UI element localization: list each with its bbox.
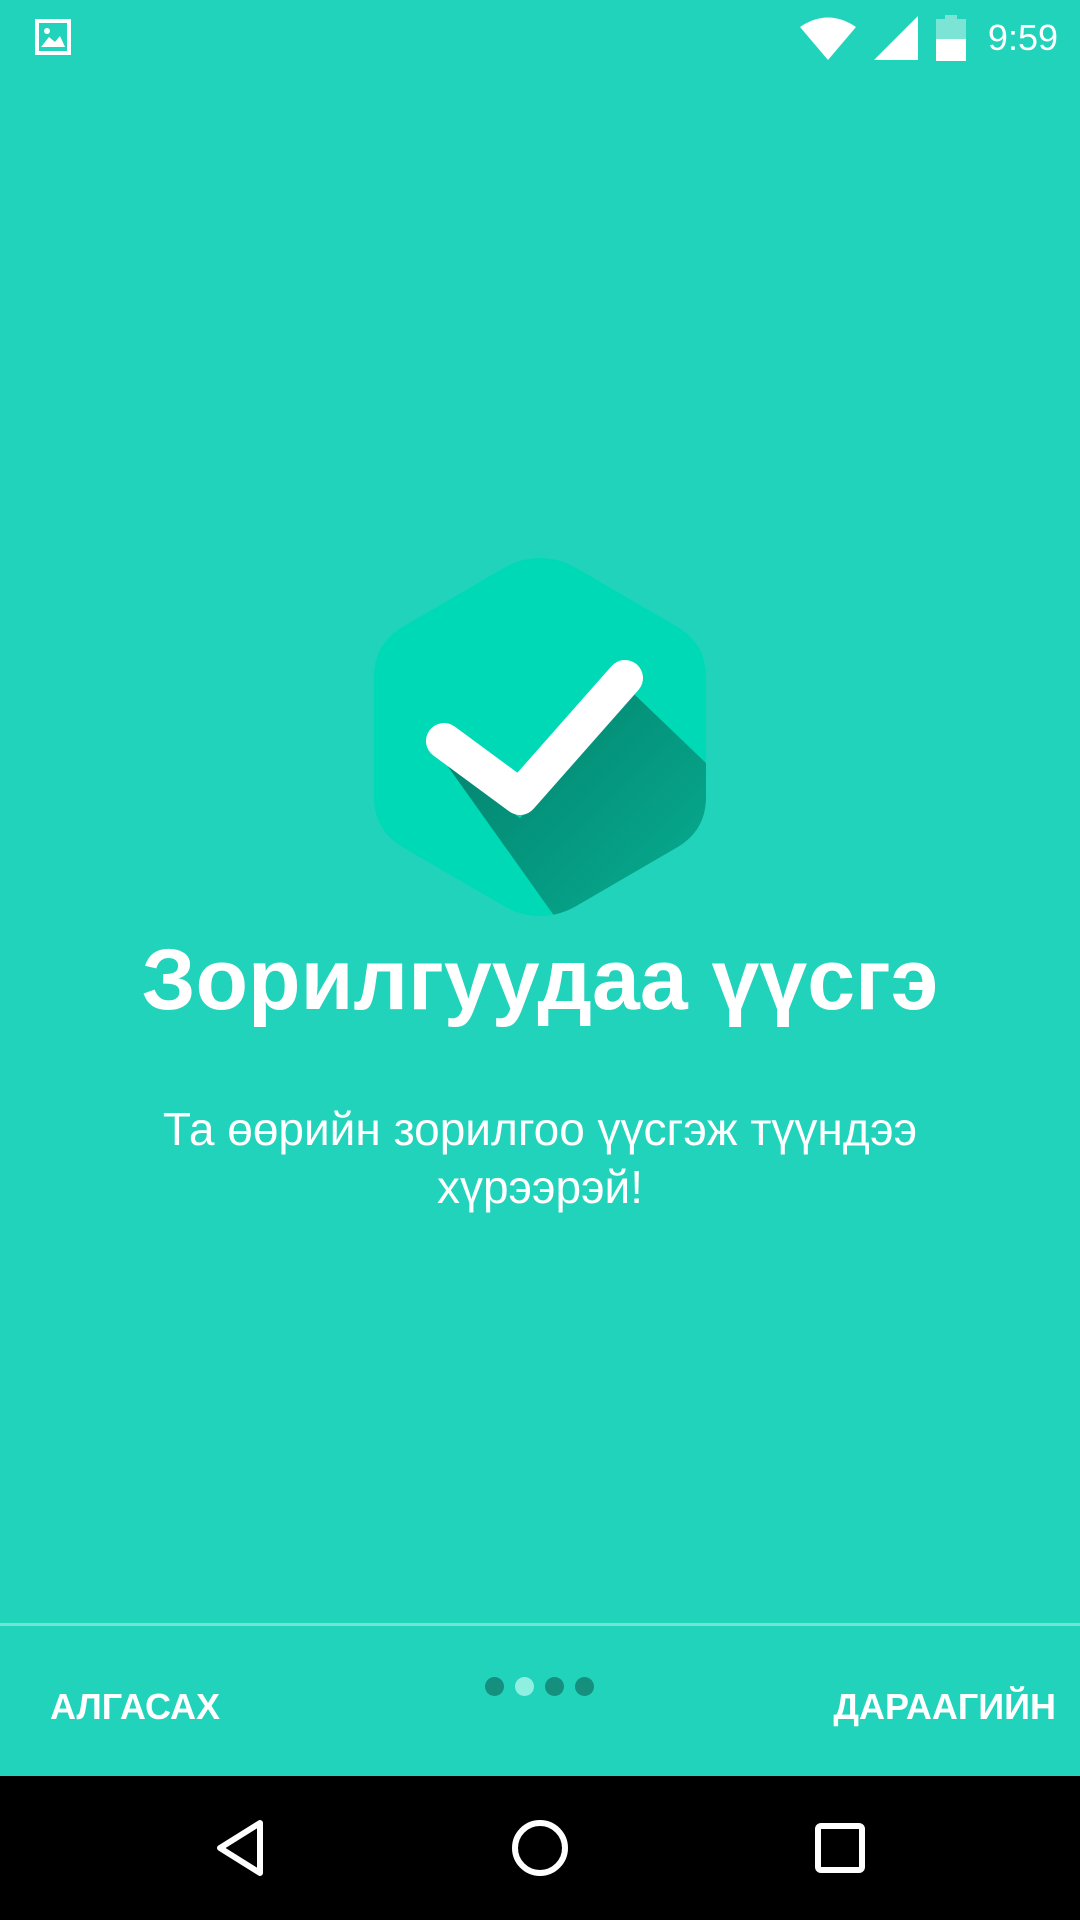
home-icon [512,1820,568,1876]
page-dot [545,1677,564,1696]
wifi-icon [799,17,856,60]
battery-icon [935,15,966,61]
page-indicator [485,1677,605,1696]
status-bar: 9:59 [0,0,1080,75]
page-title: Зорилгуудаа үүсгэ [141,932,939,1028]
cell-signal-icon [873,16,918,60]
page-subtitle: Та өөрийн зорилгоо үүсгэж түүндээ хүрээр… [162,1103,918,1213]
next-button[interactable]: ДАРААГИЙН [813,1676,1080,1738]
recents-button[interactable] [798,1806,882,1890]
back-button[interactable] [198,1806,282,1890]
page-dot-active [515,1677,534,1696]
navigation-bar [0,1776,1080,1920]
gallery-icon [35,19,71,55]
skip-button[interactable]: АЛГАСАХ [30,1676,240,1738]
bottom-bar: АЛГАСАХ ДАРААГИЙН [0,1626,1080,1776]
recents-icon [815,1823,865,1873]
page-dot [485,1677,504,1696]
back-icon [217,1820,263,1876]
status-time: 9:59 [987,17,1058,58]
page-dot [575,1677,594,1696]
status-icons: 9:59 [799,10,1058,66]
home-button[interactable] [498,1806,582,1890]
checkmark-hexagon-icon [374,558,706,916]
